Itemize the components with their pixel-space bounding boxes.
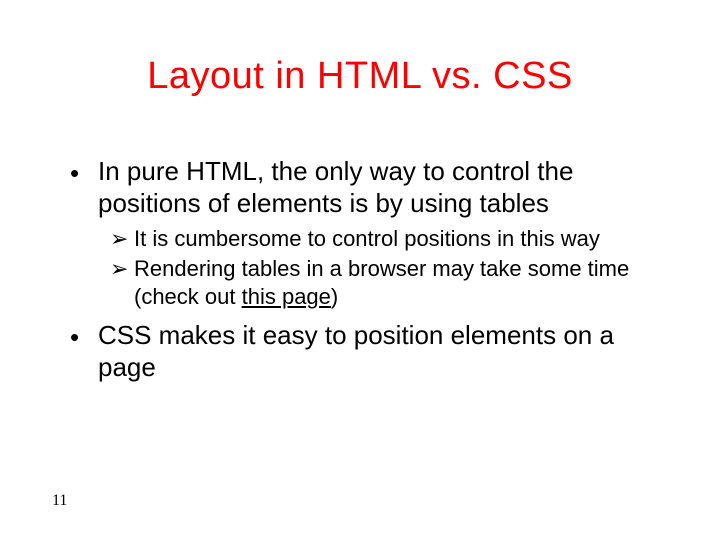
slide: Layout in HTML vs. CSS • In pure HTML, t…	[0, 0, 720, 540]
sub-bullet-text-pre: Rendering tables in a browser may take s…	[134, 256, 629, 309]
sub-bullet-text: Rendering tables in a browser may take s…	[134, 255, 660, 311]
bullet-text: CSS makes it easy to position elements o…	[98, 319, 660, 383]
sub-bullet-item: ➢ Rendering tables in a browser may take…	[110, 255, 660, 311]
bullet-item: • In pure HTML, the only way to control …	[70, 155, 660, 219]
bullet-dot-icon: •	[70, 155, 98, 219]
sub-bullet-text-post: )	[331, 284, 338, 309]
bullet-dot-icon: •	[70, 319, 98, 383]
slide-title: Layout in HTML vs. CSS	[0, 55, 720, 98]
page-number: 11	[52, 492, 67, 510]
sub-bullet-list: ➢ It is cumbersome to control positions …	[110, 225, 660, 311]
bullet-item: • CSS makes it easy to position elements…	[70, 319, 660, 383]
chevron-right-icon: ➢	[110, 255, 134, 311]
bullet-text: In pure HTML, the only way to control th…	[98, 155, 660, 219]
sub-bullet-text: It is cumbersome to control positions in…	[134, 225, 600, 253]
slide-body: • In pure HTML, the only way to control …	[70, 155, 660, 389]
link-this-page[interactable]: this page	[242, 284, 331, 309]
chevron-right-icon: ➢	[110, 225, 134, 253]
sub-bullet-item: ➢ It is cumbersome to control positions …	[110, 225, 660, 253]
